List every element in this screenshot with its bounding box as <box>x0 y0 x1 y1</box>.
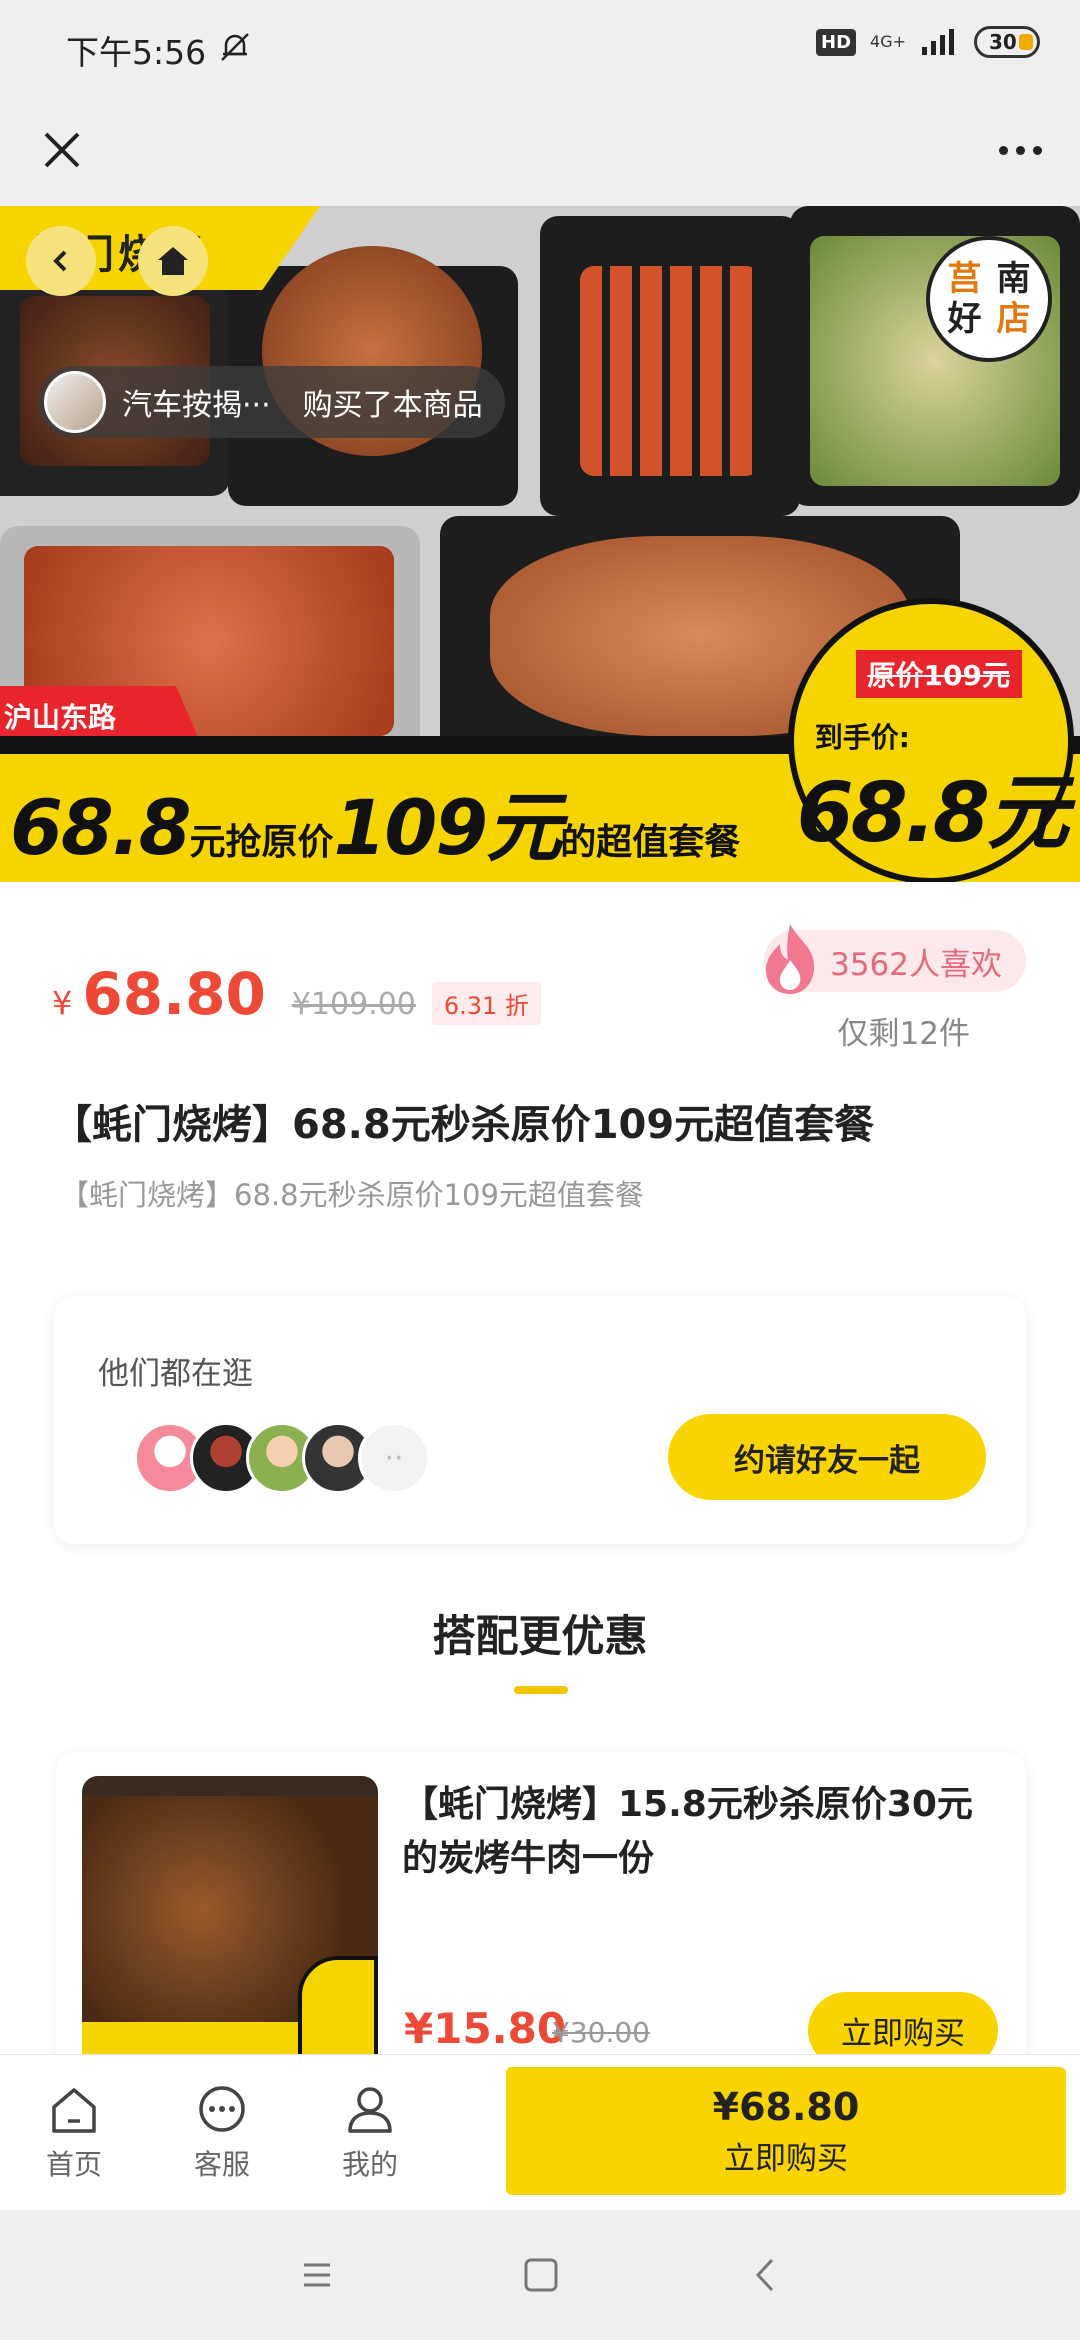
banner-original: 109元 <box>333 783 563 872</box>
back-arrow-icon <box>53 250 67 272</box>
home-button[interactable] <box>138 226 208 296</box>
combo-original-price: ¥30.00 <box>552 2016 650 2049</box>
user-icon <box>348 2087 392 2133</box>
top-nav-bar <box>0 96 1080 206</box>
tab-home-label: 首页 <box>45 2148 102 2181</box>
signal-icon <box>922 29 954 55</box>
stamp-char: 南 <box>996 259 1031 299</box>
tab-mine[interactable]: 我的 <box>320 2085 420 2183</box>
likes-count: 3562人喜欢 <box>830 946 1002 983</box>
home-icon <box>52 2088 96 2133</box>
stamp-char: 莒 <box>947 259 982 299</box>
combo-product-image <box>82 1776 378 2082</box>
combo-product-title: 【蚝门烧烤】15.8元秒杀原价30元的炭烤牛肉一份 <box>402 1784 973 1879</box>
tab-customer-service[interactable]: 客服 <box>172 2085 272 2183</box>
combo-price: ¥15.80 <box>404 2004 567 2053</box>
status-time: 下午5:56 <box>66 33 207 72</box>
back-button[interactable] <box>26 226 96 296</box>
buy-now-button[interactable]: ¥68.80 立即购买 <box>506 2067 1066 2195</box>
recent-buyer-toast: 汽车按揭··· 购买了本商品 <box>38 366 505 438</box>
buy-now-price: ¥68.80 <box>712 2084 860 2129</box>
stock-remaining: 仅剩12件 <box>837 1016 970 1052</box>
shop-stamp-logo: 莒 南 好 店 <box>926 236 1052 362</box>
more-options-icon[interactable] <box>988 118 1052 182</box>
friend-avatars: ·· <box>134 1422 430 1494</box>
current-price: 68.80 <box>82 960 266 1028</box>
location-tag: 沪山东路 <box>0 686 200 742</box>
muted-bell-icon <box>221 33 249 61</box>
chat-icon <box>199 2086 245 2132</box>
bottom-action-bar: 首页 客服 我的 ¥68.80 立即购买 <box>0 2054 1080 2210</box>
flame-icon <box>766 924 815 994</box>
browsing-friends-card: 他们都在逛 ·· 约请好友一起 <box>54 1296 1026 1544</box>
home-icon <box>158 247 188 275</box>
banner-suffix: 的超值套餐 <box>560 822 741 863</box>
menu-icon[interactable] <box>292 2250 342 2300</box>
network-label: 4G+ <box>870 32 906 51</box>
food-item <box>580 266 760 476</box>
status-bar: 下午5:56 HD 4G+ 30 <box>0 0 1080 96</box>
likes-badge: 3562人喜欢 <box>764 924 1026 994</box>
tab-service-label: 客服 <box>193 2148 250 2181</box>
close-icon[interactable] <box>30 118 94 182</box>
buyer-avatar <box>44 371 106 433</box>
buy-now-label: 立即购买 <box>724 2140 848 2177</box>
status-indicators: HD 4G+ 30 <box>816 26 1040 58</box>
browsing-label: 他们都在逛 <box>98 1356 253 1392</box>
product-hero-image: 蚝门烧烤 莒 南 好 店 汽车按揭··· 购买了本商品 沪山东路 68.8 元抢… <box>0 206 1080 882</box>
discount-badge: 6.31 折 <box>431 982 541 1025</box>
product-subtitle: 【蚝门烧烤】68.8元秒杀原价109元超值套餐 <box>60 1178 644 1212</box>
stamp-char: 店 <box>996 299 1031 339</box>
system-nav-bar <box>0 2210 1080 2340</box>
promo-banner-text: 68.8 元抢原价 109元 的超值套餐 <box>10 766 740 876</box>
original-price: ¥109.00 <box>291 987 416 1022</box>
product-page: 下午5:56 HD 4G+ 30 蚝门烧烤 莒 南 好 店 汽车按揭··· 购买… <box>0 0 1080 2340</box>
tab-mine-label: 我的 <box>341 2148 398 2181</box>
original-price-tag: 原价109元 <box>855 650 1022 698</box>
buyer-action: 购买了本商品 <box>302 388 483 423</box>
section-underline <box>514 1686 568 1694</box>
hd-badge: HD <box>816 28 857 56</box>
battery-indicator: 30 <box>974 26 1040 58</box>
price-row: ¥ 68.80 ¥109.00 6.31 折 <box>52 960 541 1028</box>
tab-home[interactable]: 首页 <box>24 2085 124 2183</box>
combo-product-card[interactable]: 【蚝门烧烤】15.8元秒杀原价30元的炭烤牛肉一份 ¥15.80 ¥30.00 … <box>56 1752 1026 2082</box>
buyer-name: 汽车按揭··· <box>122 388 271 423</box>
stamp-char: 好 <box>947 299 982 339</box>
back-icon[interactable] <box>742 2250 792 2300</box>
invite-friends-button[interactable]: 约请好友一起 <box>668 1414 986 1500</box>
product-title: 【蚝门烧烤】68.8元秒杀原价109元超值套餐 <box>52 1102 875 1148</box>
battery-level: 30 <box>989 30 1017 54</box>
combo-section-title: 搭配更优惠 <box>432 1612 648 1662</box>
more-avatars-icon: ·· <box>358 1422 430 1494</box>
banner-unit: 元抢原价 <box>189 822 334 863</box>
to-hand-price: 68.8元 <box>796 766 1069 861</box>
banner-price: 68.8 <box>10 783 192 872</box>
home-square-icon[interactable] <box>516 2250 566 2300</box>
battery-fill <box>1019 34 1033 50</box>
currency-symbol: ¥ <box>52 984 73 1022</box>
